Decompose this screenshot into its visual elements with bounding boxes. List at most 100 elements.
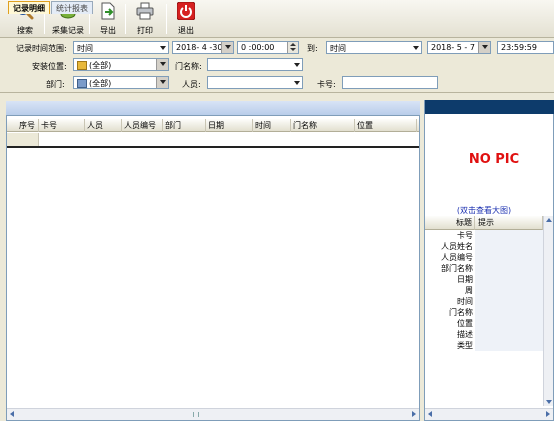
property-key: 时间 [457,297,473,306]
export-button[interactable]: 导出 [91,1,125,37]
start-date-picker[interactable]: 2018- 4 -30 [172,41,234,54]
column-header-index[interactable]: 序号 [7,119,39,132]
door-name-label: 门名称: [175,62,202,71]
printer-icon [136,2,154,20]
toolbar-separator [166,4,167,34]
property-key: 日期 [457,275,473,284]
property-row: 卡号 [425,230,543,241]
scroll-down-icon[interactable] [546,400,552,404]
column-header-door-name[interactable]: 门名称 [291,119,355,132]
column-header-date[interactable]: 日期 [206,119,253,132]
exit-button[interactable]: 退出 [169,1,203,37]
row-indicator-cell [7,133,39,146]
vertical-scrollbar[interactable] [543,216,553,406]
date-dropdown-button[interactable] [221,42,233,53]
card-number-label: 卡号: [317,80,336,89]
panel-title-bar [425,100,554,114]
scroll-left-icon[interactable] [10,411,14,417]
door-name-select[interactable] [207,58,303,71]
search-label: 搜索 [17,26,33,35]
power-icon [177,2,195,20]
record-time-label: 记录时间范围: [16,44,67,53]
records-grid [6,115,420,421]
start-date-value: 2018- 4 -30 [176,43,223,52]
chevron-down-icon [413,46,419,50]
date-dropdown-button[interactable] [478,42,490,53]
end-date-picker[interactable]: 2018- 5 - 7 [427,41,491,54]
property-value [475,263,543,274]
end-time-type-value: 时间 [330,44,346,53]
dropdown-button[interactable] [156,77,168,88]
property-header-title: 标题 [425,216,475,230]
property-value [475,252,543,263]
property-row: 类型 [425,340,543,351]
dropdown-button[interactable] [156,59,168,70]
column-header-person[interactable]: 人员 [85,119,122,132]
property-value [475,340,543,351]
property-value [475,230,543,241]
person-select[interactable] [207,76,303,89]
end-time-input[interactable]: 23:59:59 [497,41,554,54]
scroll-right-icon[interactable] [412,411,416,417]
no-pic-text: NO PIC [468,152,520,167]
property-key: 人员编号 [441,253,473,262]
horizontal-scrollbar[interactable] [7,408,419,420]
property-value [475,318,543,329]
property-value [475,296,543,307]
property-key: 卡号 [457,231,473,240]
department-select[interactable]: (全部) [73,76,169,89]
column-header-person-id[interactable]: 人员编号 [122,119,163,132]
chevron-down-icon [294,81,300,85]
column-header-location[interactable]: 位置 [355,119,417,132]
card-number-input[interactable] [342,76,438,89]
property-value [475,307,543,318]
property-value [475,329,543,340]
chevron-down-icon [160,46,166,50]
scroll-right-icon[interactable] [546,411,550,417]
property-key: 部门名称 [441,264,473,273]
end-time-value: 23:59:59 [501,43,537,52]
install-location-label: 安装位置: [32,62,67,71]
grid-divider [7,146,419,148]
property-key: 位置 [457,319,473,328]
property-row: 周 [425,285,543,296]
property-row: 部门名称 [425,263,543,274]
end-time-type-select[interactable]: 时间 [326,41,422,54]
scroll-up-icon[interactable] [546,218,552,222]
end-date-value: 2018- 5 - 7 [431,43,475,52]
property-key: 人员姓名 [441,242,473,251]
tab-statistics-report[interactable]: 统计报表 [51,1,93,14]
property-key: 门名称 [449,308,473,317]
property-key: 类型 [457,341,473,350]
scroll-thumb-grip[interactable] [193,412,199,417]
scroll-left-icon[interactable] [428,411,432,417]
panel-horizontal-scrollbar[interactable] [425,408,553,420]
property-row: 描述 [425,329,543,340]
time-spinner[interactable] [287,42,298,53]
property-value [475,285,543,296]
print-button[interactable]: 打印 [128,1,162,37]
double-click-hint[interactable]: (双击查看大图) [425,205,543,216]
property-key: 描述 [457,330,473,339]
property-row: 门名称 [425,307,543,318]
export-icon [101,2,115,20]
divider [0,92,554,93]
export-label: 导出 [100,26,116,35]
time-type-select[interactable]: 时间 [73,41,169,54]
property-row: 时间 [425,296,543,307]
column-header-time[interactable]: 时间 [253,119,291,132]
column-header-card[interactable]: 卡号 [39,119,85,132]
person-label: 人员: [182,80,201,89]
exit-label: 退出 [178,26,194,35]
tab-record-details[interactable]: 记录明细 [8,1,50,14]
department-label: 部门: [46,80,65,89]
property-value [475,274,543,285]
time-type-value: 时间 [77,44,93,53]
start-time-value: 0 :00:00 [241,43,275,52]
column-header-department[interactable]: 部门 [163,119,206,132]
chevron-down-icon [160,62,166,66]
property-row: 位置 [425,318,543,329]
chevron-down-icon [225,45,231,49]
start-time-input[interactable]: 0 :00:00 [237,41,299,54]
install-location-select[interactable]: (全部) [73,58,169,71]
